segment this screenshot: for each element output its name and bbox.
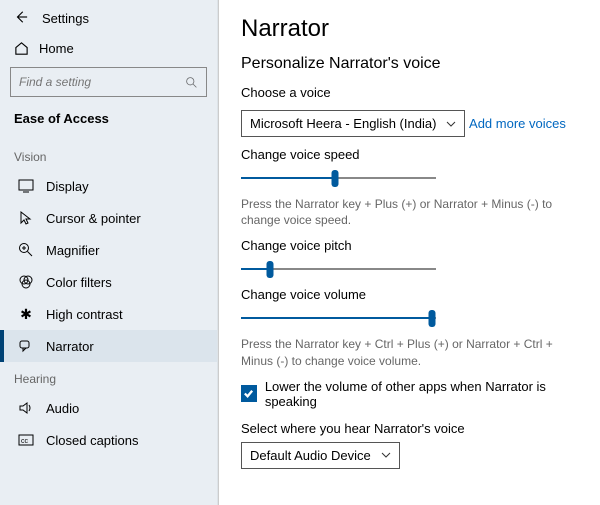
chevron-down-icon — [446, 119, 456, 129]
sidebar-item-label: Color filters — [46, 275, 112, 290]
sidebar-item-label: Audio — [46, 401, 79, 416]
speed-slider[interactable] — [241, 168, 436, 188]
sidebar-item-magnifier[interactable]: Magnifier — [0, 234, 217, 266]
choose-voice-label: Choose a voice — [241, 85, 578, 100]
main-content: Narrator Personalize Narrator's voice Ch… — [218, 0, 600, 505]
volume-label: Change voice volume — [241, 287, 578, 302]
pitch-slider[interactable] — [241, 259, 436, 279]
section-subhead: Personalize Narrator's voice — [241, 55, 578, 73]
search-input[interactable] — [10, 67, 207, 97]
output-select-value: Default Audio Device — [250, 448, 371, 463]
group-hearing: Hearing — [0, 362, 217, 392]
voice-select[interactable]: Microsoft Heera - English (India) — [241, 110, 465, 137]
narrator-icon — [18, 338, 34, 354]
cursor-icon — [18, 210, 34, 226]
sidebar-item-label: Narrator — [46, 339, 94, 354]
display-icon — [18, 178, 34, 194]
sidebar-item-highcontrast[interactable]: ✱ High contrast — [0, 298, 217, 330]
page-title: Narrator — [241, 15, 578, 43]
closedcaptions-icon: cc — [18, 432, 34, 448]
lower-volume-label: Lower the volume of other apps when Narr… — [265, 379, 578, 409]
checkmark-icon — [243, 388, 254, 399]
output-label: Select where you hear Narrator's voice — [241, 421, 578, 436]
sidebar-item-label: Closed captions — [46, 433, 139, 448]
chevron-down-icon — [381, 450, 391, 460]
output-select[interactable]: Default Audio Device — [241, 442, 400, 469]
home-icon — [14, 41, 29, 56]
group-vision: Vision — [0, 140, 217, 170]
search-icon — [185, 76, 198, 89]
sidebar-item-narrator[interactable]: Narrator — [0, 330, 217, 362]
svg-text:cc: cc — [21, 438, 29, 445]
lower-volume-checkbox[interactable] — [241, 385, 257, 402]
sidebar-item-display[interactable]: Display — [0, 170, 217, 202]
sidebar: Settings Home Ease of Access Vision Disp… — [0, 0, 218, 505]
sidebar-item-cursor[interactable]: Cursor & pointer — [0, 202, 217, 234]
sidebar-item-label: High contrast — [46, 307, 123, 322]
speed-label: Change voice speed — [241, 147, 578, 162]
audio-icon — [18, 400, 34, 416]
volume-slider[interactable] — [241, 308, 436, 328]
speed-hint: Press the Narrator key + Plus (+) or Nar… — [241, 196, 571, 228]
home-button[interactable]: Home — [0, 35, 217, 62]
sidebar-item-audio[interactable]: Audio — [0, 392, 217, 424]
magnifier-icon — [18, 242, 34, 258]
pitch-label: Change voice pitch — [241, 238, 578, 253]
colorfilters-icon — [18, 274, 34, 290]
sidebar-heading: Ease of Access — [0, 107, 217, 140]
sidebar-item-closedcaptions[interactable]: cc Closed captions — [0, 424, 217, 456]
volume-hint: Press the Narrator key + Ctrl + Plus (+)… — [241, 336, 571, 368]
voice-select-value: Microsoft Heera - English (India) — [250, 116, 436, 131]
highcontrast-icon: ✱ — [18, 306, 34, 322]
sidebar-item-label: Magnifier — [46, 243, 99, 258]
home-label: Home — [39, 41, 74, 56]
add-more-voices-link[interactable]: Add more voices — [469, 116, 566, 131]
sidebar-item-colorfilters[interactable]: Color filters — [0, 266, 217, 298]
sidebar-item-label: Cursor & pointer — [46, 211, 141, 226]
back-button[interactable] — [14, 10, 28, 27]
sidebar-item-label: Display — [46, 179, 89, 194]
app-title: Settings — [42, 11, 89, 26]
